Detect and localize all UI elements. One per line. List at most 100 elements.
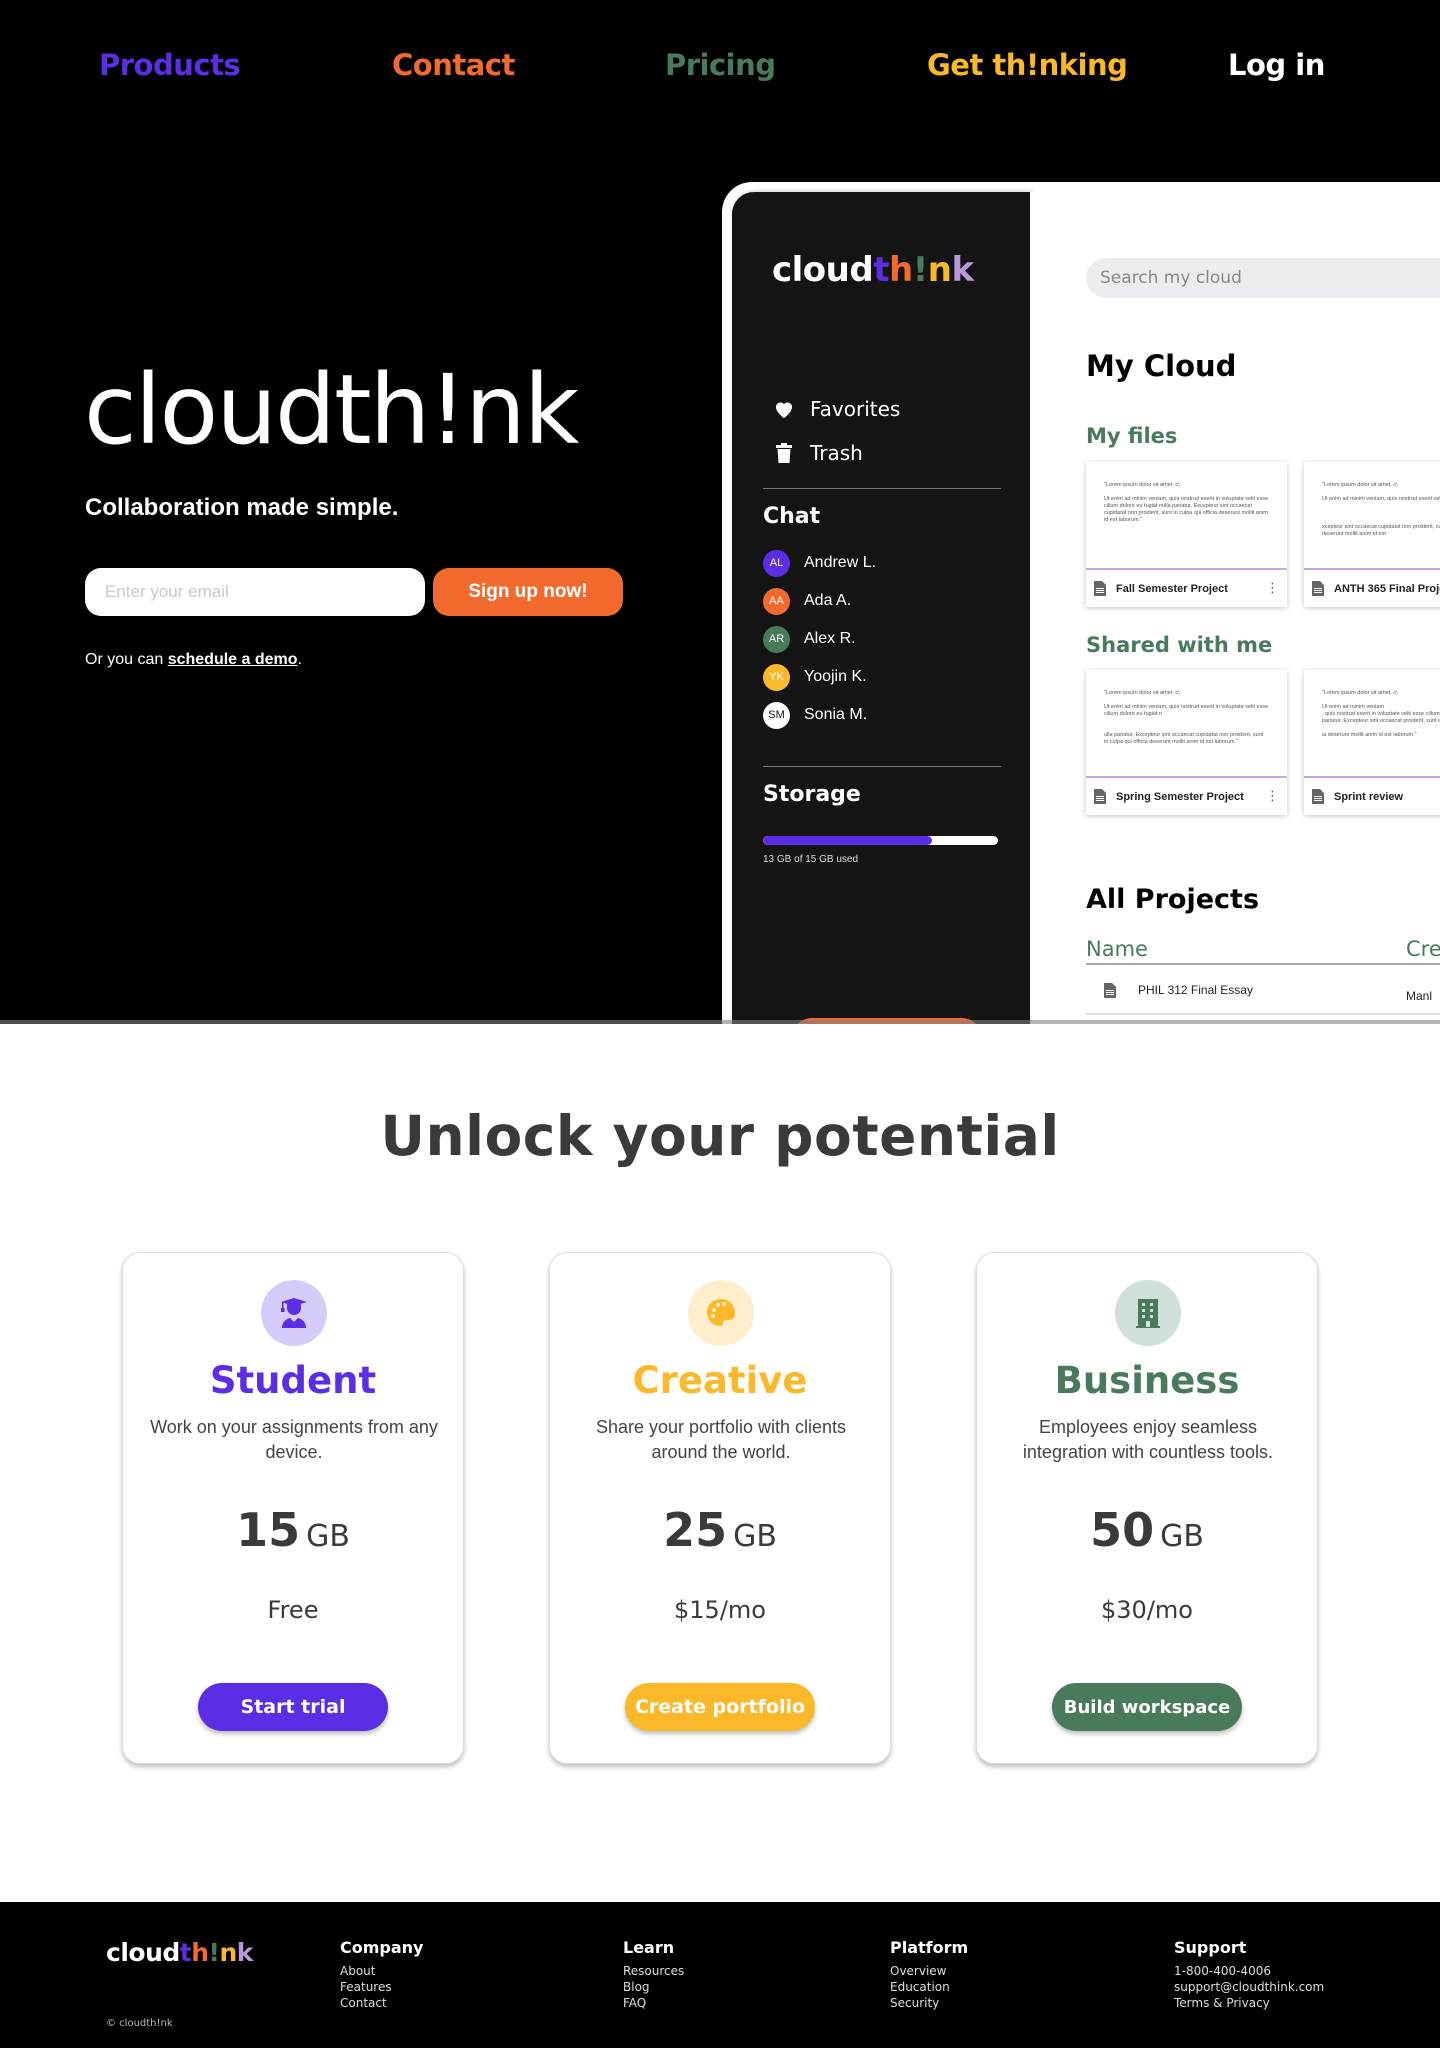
storage-unit: GB xyxy=(733,1519,777,1554)
nav-products[interactable]: Products xyxy=(99,48,241,82)
column-header-created[interactable]: Cre xyxy=(1406,937,1440,961)
file-card[interactable]: "Lorem ipsum dolor sit amet, c\ Ut enim … xyxy=(1086,462,1287,607)
file-name: Fall Semester Project xyxy=(1116,582,1228,595)
file-preview: "Lorem ipsum dolor sit amet, c\ Ut enim … xyxy=(1086,462,1287,570)
build-workspace-button[interactable]: Build workspace xyxy=(1052,1683,1242,1731)
footer-link-faq[interactable]: FAQ xyxy=(623,1995,684,2011)
footer-logo[interactable]: cloudth!nk xyxy=(106,1938,253,1967)
chat-contact[interactable]: SM Sonia M. xyxy=(763,696,876,734)
hero-tagline: Collaboration made simple. xyxy=(85,494,399,521)
sidebar-item-trash[interactable]: Trash xyxy=(772,441,863,465)
plan-name: Student xyxy=(209,1359,377,1402)
more-options-icon[interactable]: ⋮ xyxy=(1266,790,1279,803)
plan-name: Creative xyxy=(632,1359,808,1402)
file-name: Spring Semester Project xyxy=(1116,790,1244,803)
footer-link-terms[interactable]: Terms & Privacy xyxy=(1174,1995,1324,2011)
footer-link-about[interactable]: About xyxy=(340,1963,423,1979)
chat-contact[interactable]: AR Alex R. xyxy=(763,620,876,658)
column-header-name[interactable]: Name xyxy=(1086,937,1148,963)
storage-unit: GB xyxy=(1160,1519,1204,1554)
footer-link-education[interactable]: Education xyxy=(890,1979,968,1995)
file-footer: ANTH 365 Final Project xyxy=(1304,570,1440,607)
storage-amount: 15 xyxy=(236,1503,301,1557)
sidebar-item-label: Trash xyxy=(810,441,863,465)
nav-contact[interactable]: Contact xyxy=(392,48,515,82)
email-input[interactable] xyxy=(85,568,425,616)
more-options-icon[interactable]: ⋮ xyxy=(1266,582,1279,595)
plan-description: Employees enjoy seamless integration wit… xyxy=(1022,1417,1274,1462)
file-card[interactable]: "Lorem ipsum dolor sit amet, c\ Ut enim … xyxy=(1304,462,1440,607)
file-preview: "Lorem ipsum dolor sit amet, c\ Ut enim … xyxy=(1304,670,1440,778)
sidebar-item-label: Favorites xyxy=(810,397,901,421)
chat-contact[interactable]: AL Andrew L. xyxy=(763,544,876,582)
document-icon xyxy=(1312,581,1324,596)
my-cloud-title: My Cloud xyxy=(1086,349,1237,383)
contact-name: Alex R. xyxy=(804,630,856,647)
pricing-title: Unlock your potential xyxy=(380,1104,1060,1168)
sidebar-item-favorites[interactable]: Favorites xyxy=(772,397,900,421)
footer-heading: Learn xyxy=(623,1938,675,1957)
plan-card-business: Business Employees enjoy seamless integr… xyxy=(976,1252,1318,1764)
footer-link-contact[interactable]: Contact xyxy=(340,1995,423,2011)
nav-pricing[interactable]: Pricing xyxy=(665,48,776,82)
contact-name: Sonia M. xyxy=(804,706,868,723)
project-created: Manl xyxy=(1406,989,1433,1003)
contact-name: Ada A. xyxy=(804,592,852,609)
demo-suffix: . xyxy=(297,651,302,668)
nav-log-in[interactable]: Log in xyxy=(1228,48,1325,82)
footer-link-email[interactable]: support@cloudthink.com xyxy=(1174,1979,1324,1995)
avatar: YK xyxy=(763,663,790,691)
document-icon xyxy=(1104,982,1116,998)
document-icon xyxy=(1094,581,1106,596)
file-footer: Sprint review xyxy=(1304,778,1440,815)
projects-table-header: Name Cre xyxy=(1086,937,1440,965)
hero-section: Products Contact Pricing Get th!nking Lo… xyxy=(0,0,1440,1024)
sidebar-divider xyxy=(763,488,1001,489)
nav-get-thinking[interactable]: Get th!nking xyxy=(927,48,1128,82)
start-trial-button[interactable]: Start trial xyxy=(198,1683,388,1731)
storage-usage-text: 13 GB of 15 GB used xyxy=(763,854,859,865)
table-row[interactable]: PHIL 312 Final Essay Manl xyxy=(1086,967,1440,1015)
project-name: PHIL 312 Final Essay xyxy=(1138,983,1253,997)
footer-column-company: Company About Features Contact xyxy=(340,1938,423,2011)
app-sidebar: cloudth!nk Favorites Trash Chat AL Andre… xyxy=(732,192,1030,1024)
storage-amount: 50 xyxy=(1090,1503,1155,1557)
copyright: © cloudth!nk xyxy=(106,2018,173,2029)
chat-contact[interactable]: AA Ada A. xyxy=(763,582,876,620)
contact-name: Andrew L. xyxy=(804,554,877,571)
footer-link-features[interactable]: Features xyxy=(340,1979,423,1995)
graduate-icon xyxy=(281,1298,307,1328)
footer-link-phone[interactable]: 1-800-400-4006 xyxy=(1174,1963,1324,1979)
file-card[interactable]: "Lorem ipsum dolor sit amet, c\ Ut enim … xyxy=(1086,670,1287,815)
file-preview: "Lorem ipsum dolor sit amet, c\ Ut enim … xyxy=(1304,462,1440,570)
sidebar-divider xyxy=(763,766,1001,767)
plan-card-student: Student Work on your assignments from an… xyxy=(122,1252,464,1764)
footer-link-resources[interactable]: Resources xyxy=(623,1963,684,1979)
all-projects-heading: All Projects xyxy=(1086,884,1260,915)
search-cloud-input[interactable] xyxy=(1086,258,1440,298)
storage-heading: Storage xyxy=(763,782,861,807)
document-icon xyxy=(1094,789,1106,804)
storage-progress-fill xyxy=(763,836,933,845)
footer-heading: Platform xyxy=(890,1938,969,1957)
palette-icon xyxy=(707,1299,735,1326)
footer-heading: Company xyxy=(340,1938,424,1957)
file-name: ANTH 365 Final Project xyxy=(1334,582,1440,595)
sign-up-button[interactable]: Sign up now! xyxy=(433,568,623,616)
create-portfolio-button[interactable]: Create portfolio xyxy=(625,1683,815,1731)
plan-price: $30/mo xyxy=(1101,1596,1193,1624)
plan-storage: 50 GB xyxy=(977,1503,1317,1557)
schedule-demo-link[interactable]: schedule a demo xyxy=(168,651,298,668)
app-main: My Cloud My files "Lorem ipsum dolor sit… xyxy=(1030,192,1440,1024)
footer-column-learn: Learn Resources Blog FAQ xyxy=(623,1938,684,2011)
file-card[interactable]: "Lorem ipsum dolor sit amet, c\ Ut enim … xyxy=(1304,670,1440,815)
plan-name: Business xyxy=(1054,1359,1240,1402)
footer-link-overview[interactable]: Overview xyxy=(890,1963,968,1979)
footer-link-security[interactable]: Security xyxy=(890,1995,968,2011)
chat-contact[interactable]: YK Yoojin K. xyxy=(763,658,876,696)
footer: cloudth!nk © cloudth!nk Company About Fe… xyxy=(0,1902,1440,2048)
plan-storage: 25 GB xyxy=(550,1503,890,1557)
heart-icon xyxy=(776,402,792,418)
plan-description: Share your portfolio with clients around… xyxy=(595,1417,847,1462)
footer-link-blog[interactable]: Blog xyxy=(623,1979,684,1995)
